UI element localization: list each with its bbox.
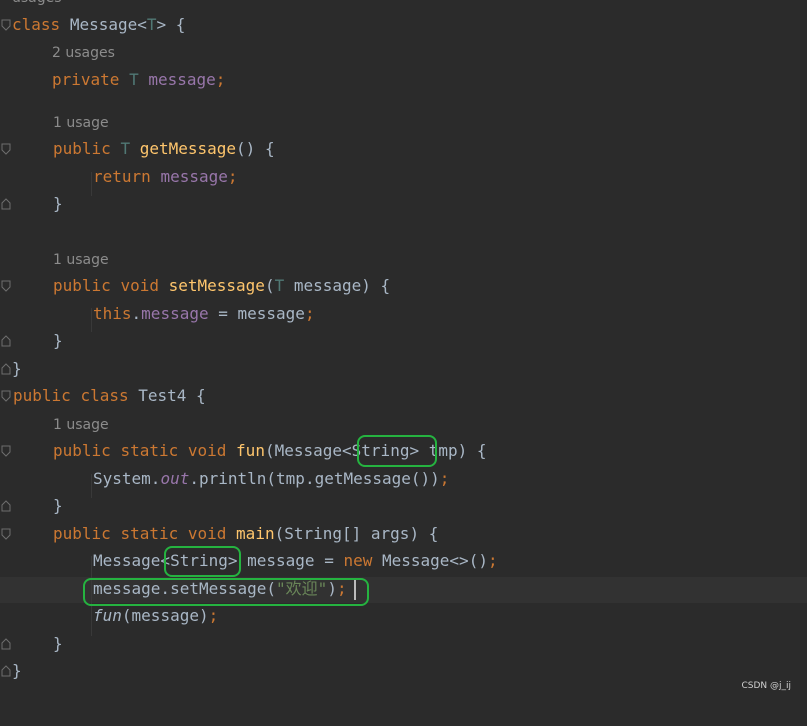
code-line[interactable]: this.message = message;: [0, 303, 807, 325]
fold-end-marker-icon[interactable]: [0, 500, 12, 512]
method-name: setMessage: [168, 276, 265, 295]
type-param: T: [129, 70, 139, 89]
closing-brace: }: [53, 496, 63, 515]
code-line[interactable]: return message;: [0, 166, 807, 188]
fold-end-marker-icon[interactable]: [0, 335, 12, 347]
generic-open: <: [137, 15, 147, 34]
watermark: CSDN @j_ij: [741, 681, 791, 691]
usage-hint: 1 usage: [53, 252, 109, 268]
code-line[interactable]: }: [0, 193, 807, 215]
code-editor[interactable]: usages class Message<T> { 2 usages priva…: [0, 0, 807, 701]
code-line[interactable]: System.out.println(tmp.getMessage());: [0, 468, 807, 490]
closing-brace: }: [12, 661, 22, 680]
code-text: System.: [93, 469, 161, 488]
annotation-highlight-box: [83, 578, 369, 606]
code-line[interactable]: Message<String> message = new Message<>(…: [0, 550, 807, 572]
keyword: public: [53, 139, 111, 158]
keyword: return: [93, 167, 151, 186]
code-text: (String[] args) {: [274, 524, 439, 543]
semicolon: ;: [439, 469, 450, 488]
code-line[interactable]: }: [0, 633, 807, 655]
usage-hint: 1 usage: [53, 417, 109, 433]
method-name: main: [236, 524, 275, 543]
code-line[interactable]: public static void main(String[] args) {: [0, 523, 807, 545]
closing-brace: }: [53, 331, 63, 350]
keyword: class: [12, 15, 61, 34]
code-text: = message: [208, 304, 305, 323]
usage-hint: 1 usage: [53, 115, 109, 131]
class-name: Message: [69, 15, 138, 34]
code-text: Message<: [93, 551, 171, 570]
keyword: class: [80, 386, 129, 405]
keyword: void: [120, 276, 159, 295]
field-name: message: [141, 304, 209, 323]
keyword: public: [53, 441, 111, 460]
type-param: T: [120, 139, 131, 158]
code-line[interactable]: public class Test4 {: [0, 385, 807, 407]
closing-brace: }: [53, 194, 63, 213]
annotation-highlight-box: [164, 546, 241, 577]
semicolon: ;: [304, 304, 315, 323]
code-text: (Message<: [264, 441, 352, 460]
code-line[interactable]: fun(message);: [0, 605, 807, 627]
method-name: fun: [93, 606, 122, 625]
closing-brace: }: [53, 634, 63, 653]
code-text: (: [264, 276, 275, 295]
fold-end-marker-icon[interactable]: [0, 638, 12, 650]
fold-end-marker-icon[interactable]: [0, 198, 12, 210]
code-line[interactable]: }: [0, 358, 807, 380]
fold-marker-icon[interactable]: [0, 445, 12, 457]
fold-end-marker-icon[interactable]: [0, 665, 12, 677]
code-line[interactable]: public T getMessage() {: [0, 138, 807, 160]
code-line[interactable]: private T message;: [0, 69, 807, 91]
code-line[interactable]: class Message<T> {: [0, 14, 807, 36]
code-line[interactable]: }: [0, 495, 807, 517]
annotation-highlight-box: [357, 435, 437, 467]
semicolon: ;: [227, 167, 238, 186]
method-name: fun: [236, 441, 265, 460]
code-text: () {: [236, 139, 275, 158]
keyword: new: [343, 551, 373, 570]
field-name: message: [160, 167, 228, 186]
type-param: T: [146, 15, 157, 34]
usage-hint: usages: [12, 0, 62, 8]
keyword: void: [187, 524, 227, 543]
code-text: message) {: [284, 276, 391, 295]
fold-marker-icon[interactable]: [0, 143, 12, 155]
code-text: .println(tmp.getMessage()): [189, 469, 440, 488]
fold-marker-icon[interactable]: [0, 19, 12, 31]
keyword: public: [53, 276, 111, 295]
keyword: private: [52, 70, 120, 89]
code-text: .: [131, 304, 142, 323]
keyword: public: [53, 524, 111, 543]
field-name: out: [160, 469, 190, 488]
code-text: > {: [156, 15, 186, 34]
code-text: Test4 {: [138, 386, 206, 405]
code-text: > message =: [227, 551, 344, 570]
fold-end-marker-icon[interactable]: [0, 363, 12, 375]
code-line[interactable]: public void setMessage(T message) {: [0, 275, 807, 297]
fold-marker-icon[interactable]: [0, 390, 12, 402]
keyword: public: [13, 386, 71, 405]
keyword: this: [93, 304, 132, 323]
fold-marker-icon[interactable]: [0, 528, 12, 540]
code-text: Message<>(): [372, 551, 488, 570]
code-line[interactable]: }: [0, 660, 807, 682]
field-name: message: [148, 70, 216, 89]
semicolon: ;: [487, 551, 498, 570]
type-param: T: [274, 276, 285, 295]
keyword: void: [187, 441, 227, 460]
semicolon: ;: [215, 70, 226, 89]
code-text: (message): [121, 606, 209, 625]
keyword: static: [120, 441, 179, 460]
closing-brace: }: [12, 359, 22, 378]
fold-marker-icon[interactable]: [0, 280, 12, 292]
keyword: static: [120, 524, 179, 543]
usage-hint: 2 usages: [52, 45, 115, 61]
method-name: getMessage: [139, 139, 237, 158]
semicolon: ;: [208, 606, 219, 625]
code-line[interactable]: }: [0, 330, 807, 352]
